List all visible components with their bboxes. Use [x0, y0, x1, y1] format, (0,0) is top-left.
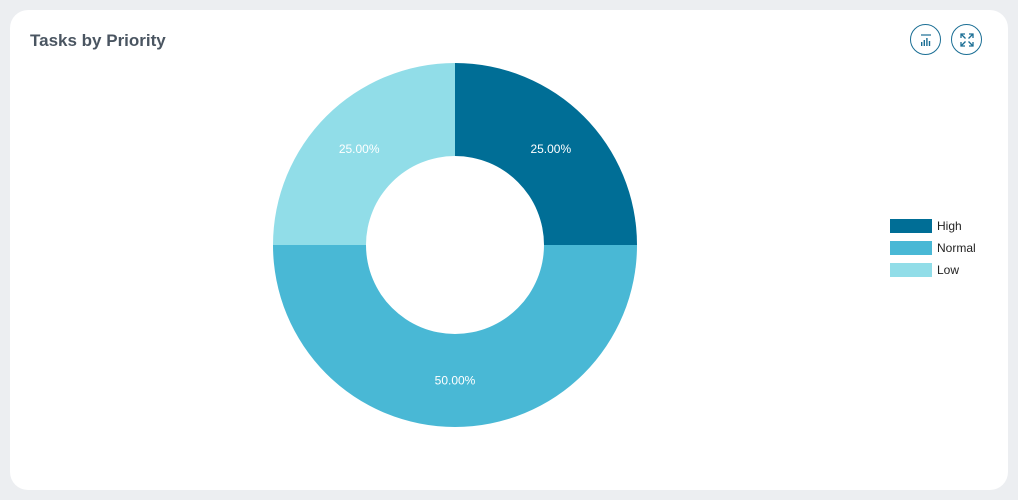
legend-label: Normal [937, 241, 976, 255]
legend-swatch [890, 241, 932, 255]
legend-item-low[interactable]: Low [890, 259, 976, 281]
donut-slice-normal[interactable] [273, 245, 637, 427]
chart-legend: High Normal Low [890, 215, 976, 281]
legend-item-high[interactable]: High [890, 215, 976, 237]
legend-label: High [937, 219, 962, 233]
chart-card: Tasks by Priority 25.00% 50.00% 25.00% Hig… [10, 10, 1008, 490]
legend-item-normal[interactable]: Normal [890, 237, 976, 259]
legend-swatch [890, 219, 932, 233]
slice-label-low: 25.00% [339, 142, 380, 156]
slice-label-normal: 50.00% [435, 374, 476, 388]
legend-label: Low [937, 263, 960, 277]
slice-label-high: 25.00% [530, 142, 571, 156]
donut-chart: 25.00% 50.00% 25.00% [273, 63, 637, 427]
legend-swatch [890, 263, 932, 277]
